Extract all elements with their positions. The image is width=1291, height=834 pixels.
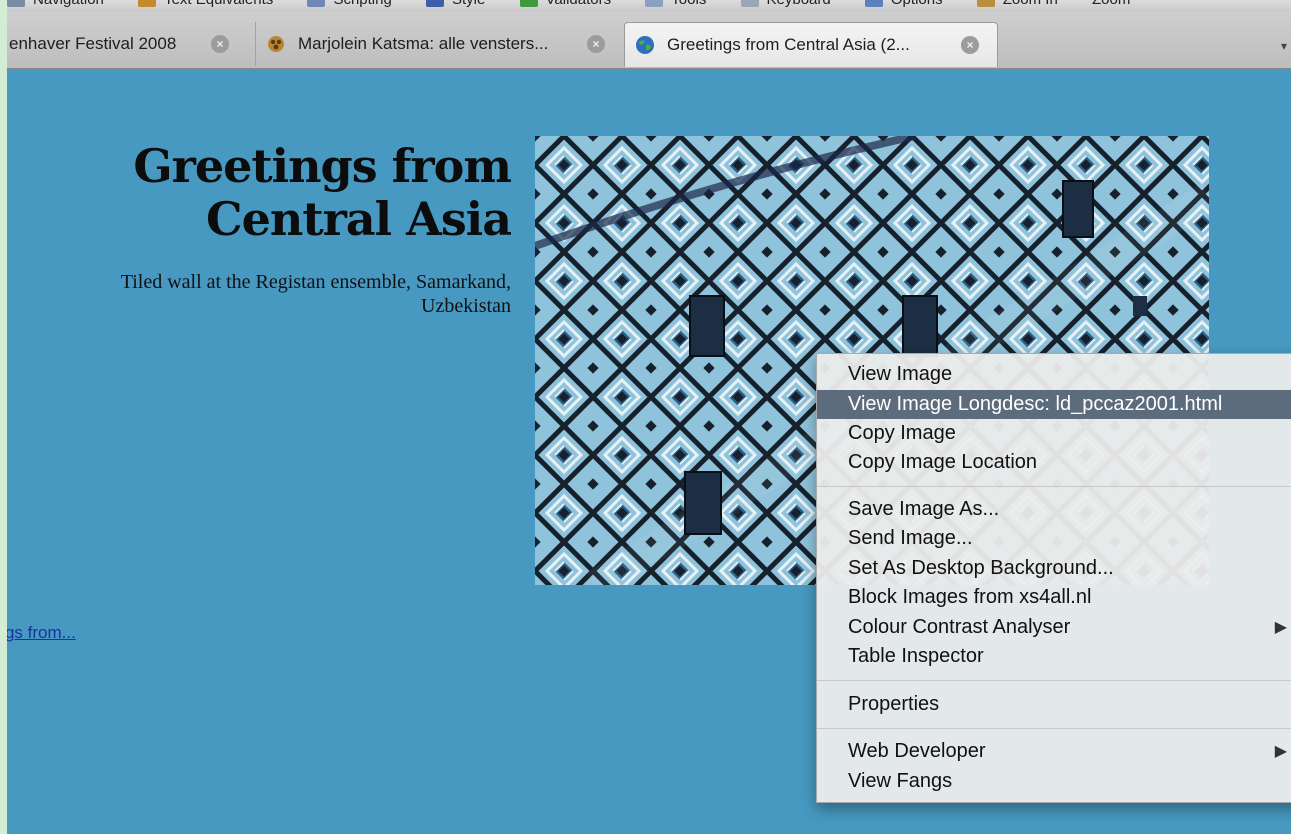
page-title: Greetings from Central Asia (133, 139, 512, 246)
close-tab-icon[interactable]: × (961, 36, 979, 54)
menu-send-image[interactable]: Send Image... (817, 524, 1291, 553)
tab-list-dropdown-icon[interactable]: ▾ (1281, 39, 1287, 53)
toolbar-options[interactable]: Options (864, 0, 943, 8)
greetings-link[interactable]: tings from... (7, 623, 76, 643)
menu-copy-image-location[interactable]: Copy Image Location (817, 448, 1291, 477)
toolbar-zoom[interactable]: Zoom (1092, 0, 1130, 8)
options-icon (864, 0, 883, 8)
toolbar-tools[interactable]: Tools (645, 0, 706, 8)
tab-festival[interactable]: enhaver Festival 2008 × (7, 22, 247, 66)
submenu-arrow-icon: ▶ (1274, 619, 1287, 636)
tab-title: enhaver Festival 2008 (9, 34, 177, 53)
toolbar-keyboard[interactable]: Keyboard (740, 0, 831, 8)
menu-separator (817, 486, 1291, 487)
menu-copy-image[interactable]: Copy Image (817, 419, 1291, 448)
tab-title: Greetings from Central Asia (2... (667, 35, 910, 54)
menu-view-image-longdesc[interactable]: View Image Longdesc: ld_pccaz2001.html (817, 390, 1291, 419)
close-tab-icon[interactable]: × (587, 35, 605, 53)
ornament-favicon-icon (268, 36, 284, 52)
tools-icon (645, 0, 664, 8)
menu-web-developer[interactable]: Web Developer ▶ (817, 737, 1291, 766)
menu-table-inspector[interactable]: Table Inspector (817, 642, 1291, 671)
navigation-icon (7, 0, 25, 8)
tab-marjolein-katsma[interactable]: Marjolein Katsma: alle vensters... × (255, 22, 623, 66)
toolbar-navigation[interactable]: Navigation (7, 0, 104, 8)
submenu-arrow-icon: ▶ (1274, 743, 1287, 760)
tab-title: Marjolein Katsma: alle vensters... (298, 34, 549, 53)
style-icon (426, 0, 444, 8)
toolbar-validators[interactable]: Validators (519, 0, 611, 8)
tab-greetings-central-asia[interactable]: Greetings from Central Asia (2... × (624, 22, 998, 67)
zoom-in-icon (976, 0, 995, 8)
close-tab-icon[interactable]: × (211, 35, 229, 53)
menu-view-fangs[interactable]: View Fangs (817, 767, 1291, 796)
browser-window: Navigation Text Equivalents Scripting St… (7, 0, 1291, 834)
tab-bar: enhaver Festival 2008 × Marjolein Katsma… (7, 12, 1291, 69)
menu-separator (817, 680, 1291, 681)
toolbar-scripting[interactable]: Scripting (307, 0, 392, 8)
keyboard-icon (740, 0, 759, 8)
image-caption: Tiled wall at the Registan ensemble, Sam… (120, 271, 511, 317)
toolbar-style[interactable]: Style (426, 0, 485, 8)
menu-colour-contrast-analyser[interactable]: Colour Contrast Analyser ▶ (817, 613, 1291, 642)
menu-view-image[interactable]: View Image (817, 360, 1291, 389)
menu-set-desktop-background[interactable]: Set As Desktop Background... (817, 554, 1291, 583)
menu-save-image-as[interactable]: Save Image As... (817, 495, 1291, 524)
toolbar-text-equivalents[interactable]: Text Equivalents (138, 0, 273, 8)
menu-block-images[interactable]: Block Images from xs4all.nl (817, 583, 1291, 612)
context-menu: View Image View Image Longdesc: ld_pccaz… (816, 353, 1291, 803)
menu-separator (817, 728, 1291, 729)
globe-favicon-icon (636, 36, 654, 54)
validators-icon (519, 0, 538, 8)
text-equivalents-icon (138, 0, 157, 8)
scripting-icon (307, 0, 326, 8)
menu-properties[interactable]: Properties (817, 690, 1291, 719)
toolbar-zoom-in[interactable]: Zoom In (976, 0, 1058, 8)
web-developer-toolbar: Navigation Text Equivalents Scripting St… (7, 0, 1291, 12)
